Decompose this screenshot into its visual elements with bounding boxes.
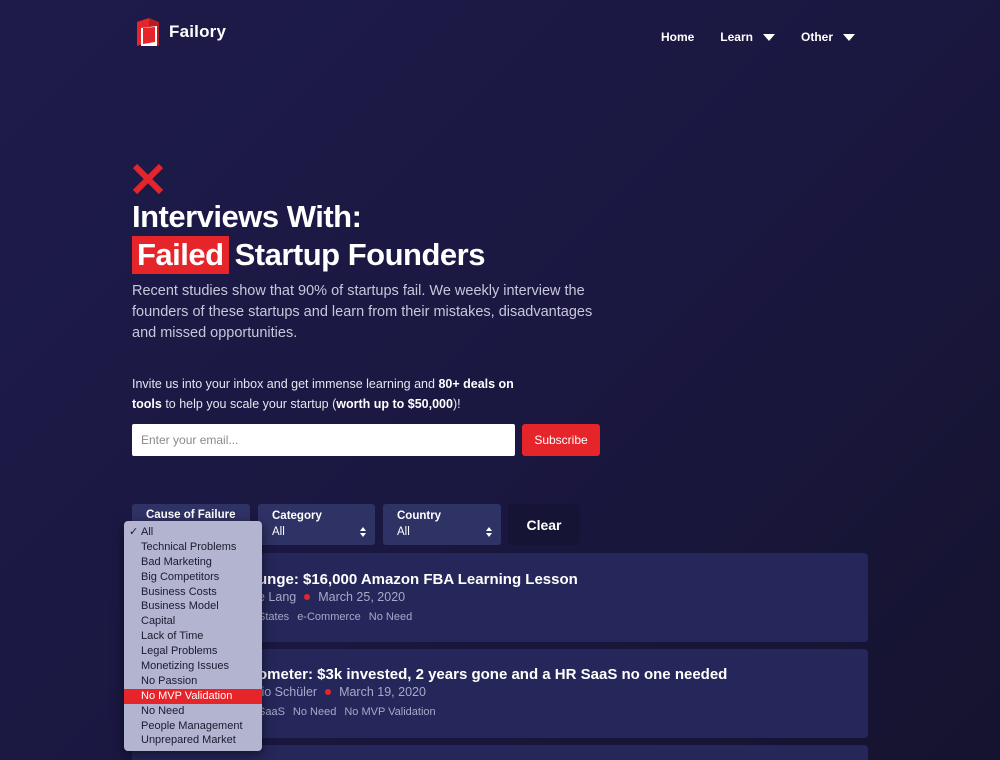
dropdown-option[interactable]: Lack of Time xyxy=(124,629,262,644)
invite-text-2: to help you scale your startup ( xyxy=(161,396,337,411)
dropdown-option[interactable]: No Need xyxy=(124,704,262,719)
interview-date: March 25, 2020 xyxy=(318,590,406,604)
dropdown-option[interactable]: Legal Problems xyxy=(124,644,262,659)
interview-author: tio Schüler xyxy=(258,685,318,699)
select-arrows-icon xyxy=(360,527,366,537)
nav-home-label: Home xyxy=(660,30,695,44)
nav-home[interactable]: Home xyxy=(661,30,694,44)
select-arrows-icon xyxy=(486,527,492,537)
category-label: Category xyxy=(272,510,322,522)
country-label: Country xyxy=(397,510,442,522)
interview-tags: States e-Commerce No Need xyxy=(258,611,412,623)
dropdown-option[interactable]: All xyxy=(124,525,262,540)
dropdown-option[interactable]: Business Model xyxy=(124,599,262,614)
separator-dot-icon xyxy=(304,594,311,600)
interview-date: March 19, 2020 xyxy=(339,685,426,699)
email-field[interactable] xyxy=(132,424,515,456)
hero-title: Interviews With: Failed Startup Founders xyxy=(132,198,485,274)
interview-title[interactable]: unge: $16,000 Amazon FBA Learning Lesson xyxy=(258,571,578,588)
tag[interactable]: States xyxy=(258,611,289,623)
dropdown-option[interactable]: Bad Marketing xyxy=(124,555,262,570)
newsletter-invite: Invite us into your inbox and get immens… xyxy=(132,375,532,414)
main-nav: Home Learn Other xyxy=(661,30,855,44)
nav-other-label: Other xyxy=(800,30,833,44)
country-select[interactable]: Country All xyxy=(383,504,501,545)
interview-meta: e Lang March 25, 2020 xyxy=(258,590,405,604)
cause-of-failure-select[interactable]: Cause of Failure xyxy=(132,504,250,522)
subscribe-button[interactable]: Subscribe xyxy=(522,424,600,456)
x-mark-icon xyxy=(132,163,164,195)
cause-of-failure-dropdown[interactable]: All Technical Problems Bad Marketing Big… xyxy=(124,521,262,751)
nav-other[interactable]: Other xyxy=(801,30,855,44)
interview-tags: SaaS No Need No MVP Validation xyxy=(258,706,436,718)
dropdown-option[interactable]: Business Costs xyxy=(124,585,262,600)
dropdown-option[interactable]: Technical Problems xyxy=(124,540,262,555)
dropdown-option[interactable]: People Management xyxy=(124,719,262,734)
failory-logo-icon xyxy=(135,16,161,48)
tag[interactable]: SaaS xyxy=(258,706,285,718)
tag[interactable]: No MVP Validation xyxy=(344,706,435,718)
hero-title-line2: Startup Founders xyxy=(234,237,486,272)
interview-meta: tio Schüler March 19, 2020 xyxy=(258,685,426,699)
nav-learn[interactable]: Learn xyxy=(720,30,775,44)
invite-bold-worth: worth up to $50,000 xyxy=(336,396,453,411)
tag[interactable]: No Need xyxy=(293,706,336,718)
separator-dot-icon xyxy=(325,689,332,695)
dropdown-option[interactable]: No Passion xyxy=(124,674,262,689)
invite-text-3: )! xyxy=(452,396,461,411)
hero-description: Recent studies show that 90% of startups… xyxy=(132,283,593,341)
failed-highlight: Failed xyxy=(132,236,229,274)
caret-down-icon xyxy=(843,33,855,41)
category-value: All xyxy=(272,526,285,538)
logo[interactable]: Failory xyxy=(135,16,226,48)
caret-down-icon xyxy=(762,33,775,41)
cause-of-failure-label: Cause of Failure xyxy=(146,509,236,521)
interview-author: e Lang xyxy=(258,590,297,604)
tag[interactable]: e-Commerce xyxy=(297,611,361,623)
interview-title[interactable]: ometer: $3k invested, 2 years gone and a… xyxy=(258,666,727,683)
brand-name: Failory xyxy=(169,22,227,41)
invite-text-1: Invite us into your inbox and get immens… xyxy=(132,377,439,391)
category-select[interactable]: Category All xyxy=(258,504,375,545)
tag[interactable]: No Need xyxy=(369,611,412,623)
dropdown-option[interactable]: Monetizing Issues xyxy=(124,659,262,674)
dropdown-option[interactable]: Unprepared Market xyxy=(124,733,262,748)
dropdown-option[interactable]: Big Competitors xyxy=(124,570,262,585)
dropdown-option[interactable]: No MVP Validation xyxy=(124,688,262,704)
dropdown-option[interactable]: Capital xyxy=(124,614,262,629)
clear-filters-button[interactable]: Clear xyxy=(508,504,580,545)
nav-learn-label: Learn xyxy=(720,30,753,44)
hero-title-line1: Interviews With: xyxy=(132,199,362,234)
country-value: All xyxy=(397,526,410,538)
